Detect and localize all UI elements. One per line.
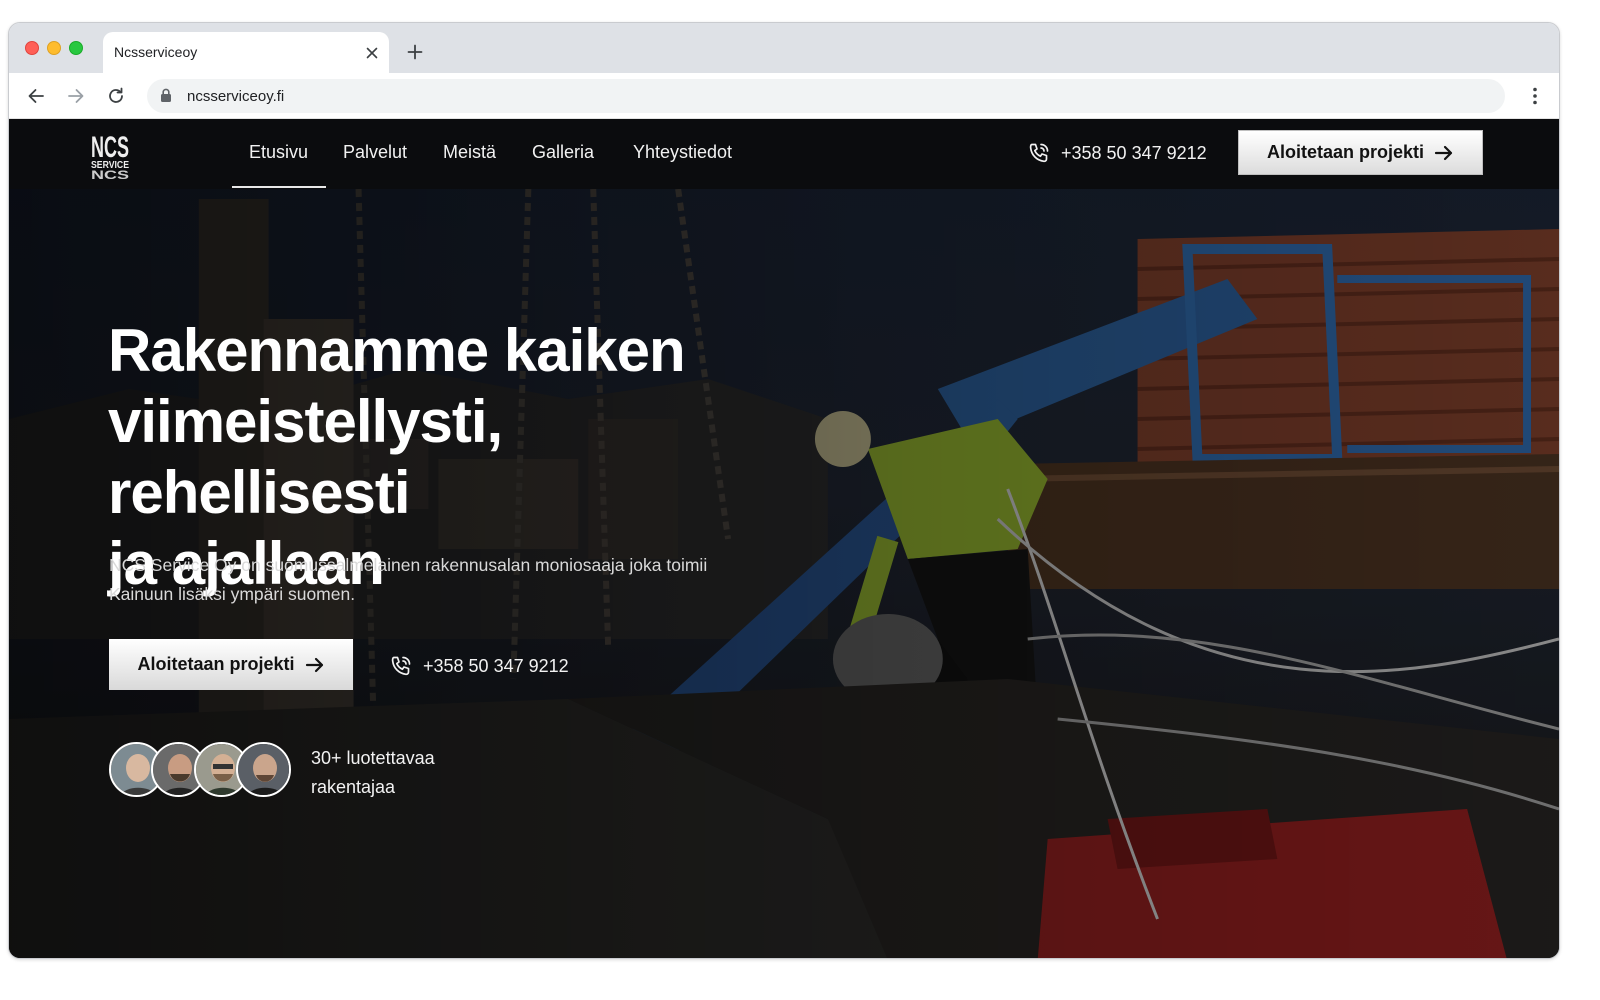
- hero-cta-button[interactable]: Aloitetaan projekti: [109, 639, 353, 690]
- nav-link-etusivu[interactable]: Etusivu: [249, 142, 308, 163]
- tab-strip: Ncsserviceoy: [9, 23, 1559, 73]
- window-close-button[interactable]: [25, 41, 39, 55]
- site-header: NCS SERVICE NCS Etusivu Palvelut Meistä …: [9, 119, 1559, 189]
- hero-cta-label: Aloitetaan projekti: [137, 654, 295, 674]
- lock-icon: [160, 88, 172, 108]
- nav-link-galleria[interactable]: Galleria: [532, 142, 594, 163]
- phone-icon: [1029, 143, 1049, 163]
- window-maximize-button[interactable]: [69, 41, 83, 55]
- phone-icon: [391, 656, 411, 676]
- nav-link-meista[interactable]: Meistä: [443, 142, 496, 163]
- arrow-right-icon: [305, 657, 323, 672]
- arrow-left-icon[interactable]: [23, 83, 49, 109]
- active-nav-indicator: [232, 186, 326, 188]
- trust-text: 30+ luotettavaa rakentajaa: [311, 744, 491, 802]
- hero-phone-number: +358 50 347 9212: [423, 655, 569, 676]
- hero-subtitle: NCS Service Oy on suomussalmelainen rake…: [109, 551, 759, 609]
- trust-text-line-1: 30+ luotettavaa: [311, 748, 435, 768]
- header-cta-label: Aloitetaan projekti: [1266, 142, 1425, 162]
- hero-subtitle-line-2: Kainuun lisäksi ympäri suomen.: [109, 584, 356, 604]
- tab-title: Ncsserviceoy: [114, 44, 198, 60]
- header-cta-button[interactable]: Aloitetaan projekti: [1238, 130, 1483, 175]
- hero-subtitle-line-1: NCS Service Oy on suomussalmelainen rake…: [109, 555, 708, 575]
- more-vert-icon[interactable]: [1525, 84, 1545, 108]
- hero-title-line-2: viimeistellysti, rehellisesti: [108, 388, 503, 526]
- hero-phone-link[interactable]: +358 50 347 9212: [389, 654, 569, 678]
- close-icon[interactable]: [359, 40, 385, 66]
- url-text: ncsserviceoy.fi: [187, 88, 285, 105]
- nav-link-palvelut[interactable]: Palvelut: [343, 142, 407, 163]
- web-page: NCS SERVICE NCS Etusivu Palvelut Meistä …: [9, 119, 1559, 958]
- browser-window: Ncsserviceoy ncsserviceoy.fi NCS SERVICE…: [8, 22, 1560, 959]
- nav-link-yhteystiedot[interactable]: Yhteystiedot: [633, 142, 732, 163]
- trust-text-line-2: rakentajaa: [311, 777, 396, 797]
- header-phone-link[interactable]: +358 50 347 9212: [1027, 141, 1207, 165]
- address-bar[interactable]: ncsserviceoy.fi: [147, 79, 1505, 113]
- arrow-right-icon[interactable]: [63, 83, 89, 109]
- reload-icon[interactable]: [103, 83, 129, 109]
- plus-icon[interactable]: [402, 39, 428, 65]
- team-avatars: [109, 742, 299, 798]
- browser-toolbar: ncsserviceoy.fi: [9, 73, 1559, 119]
- hero-title-line-1: Rakennamme kaiken: [108, 317, 686, 384]
- window-minimize-button[interactable]: [47, 41, 61, 55]
- browser-tab[interactable]: Ncsserviceoy: [103, 32, 389, 73]
- arrow-right-icon: [1434, 145, 1453, 160]
- ncs-service-logo[interactable]: NCS SERVICE NCS: [89, 127, 131, 179]
- header-phone-number: +358 50 347 9212: [1061, 142, 1207, 163]
- logo-text-top-echo: NCS: [91, 168, 129, 179]
- avatar: [236, 742, 291, 797]
